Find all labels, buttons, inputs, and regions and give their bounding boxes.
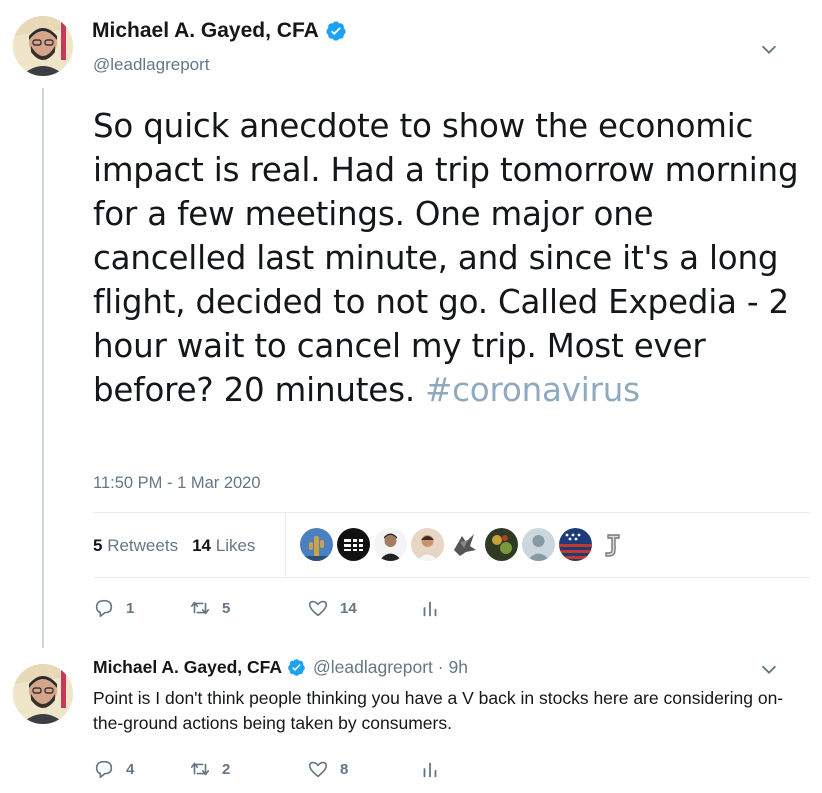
- colorful-avatar[interactable]: [485, 528, 518, 561]
- author-avatar[interactable]: [13, 16, 73, 76]
- reply-header: Michael A. Gayed, CFA @leadlagreport · 9…: [93, 657, 468, 678]
- default-avatar[interactable]: [522, 528, 555, 561]
- retweet-icon: [190, 762, 210, 776]
- hashtag-link[interactable]: #coronavirus: [425, 371, 640, 409]
- author-name-text[interactable]: Michael A. Gayed, CFA: [92, 19, 319, 43]
- tweet-timestamp[interactable]: 11:50 PM - 1 Mar 2020: [93, 474, 261, 493]
- reply-button[interactable]: 1: [93, 597, 189, 619]
- retweet-button[interactable]: 2: [189, 758, 307, 780]
- man-avatar[interactable]: [374, 528, 407, 561]
- divider: [93, 512, 810, 513]
- heart-icon: [308, 761, 328, 778]
- author-handle[interactable]: @leadlagreport: [93, 55, 210, 75]
- portrait-avatar[interactable]: [411, 528, 444, 561]
- retweets-count: 5: [93, 536, 103, 555]
- verified-badge-icon: [288, 659, 305, 676]
- retweets-stat[interactable]: 5 Retweets: [93, 536, 178, 556]
- analytics-bar-chart-icon: [423, 601, 437, 617]
- tweet-stats: 5 Retweets 14 Likes: [93, 536, 255, 556]
- logo-avatar[interactable]: [337, 528, 370, 561]
- flag-avatar[interactable]: [559, 528, 592, 561]
- bird-avatar[interactable]: [448, 528, 481, 561]
- retweet-count: 2: [222, 760, 231, 778]
- reply-actions: 4 2 8: [93, 758, 441, 780]
- reply-handle-time[interactable]: @leadlagreport · 9h: [313, 657, 468, 678]
- analytics-bar-chart-icon: [423, 762, 437, 778]
- reply-more-options-chevron-down-icon[interactable]: [758, 658, 780, 680]
- retweets-label: Retweets: [107, 536, 179, 555]
- letter-j-avatar[interactable]: [596, 528, 629, 561]
- divider: [93, 577, 810, 578]
- tweet-body: So quick anecdote to show the economic i…: [93, 107, 799, 409]
- reply-text: Point is I don't think people thinking y…: [93, 688, 784, 733]
- reply-count: 1: [126, 599, 135, 617]
- tweet-actions: 1 5 14: [93, 597, 441, 619]
- like-button[interactable]: 8: [307, 758, 419, 780]
- liker-avatars: [300, 528, 629, 561]
- cactus-avatar[interactable]: [300, 528, 333, 561]
- reply-count: 4: [126, 760, 135, 778]
- reply-author-avatar[interactable]: [13, 664, 73, 724]
- tweet-text: So quick anecdote to show the economic i…: [93, 104, 808, 412]
- retweet-icon: [190, 601, 210, 615]
- author-name[interactable]: Michael A. Gayed, CFA: [92, 19, 347, 43]
- likes-label: Likes: [215, 536, 256, 555]
- likes-count: 14: [192, 536, 211, 555]
- reply-button[interactable]: 4: [93, 758, 189, 780]
- likes-stat[interactable]: 14 Likes: [192, 536, 255, 556]
- analytics-button[interactable]: [419, 597, 441, 619]
- retweet-button[interactable]: 5: [189, 597, 307, 619]
- retweet-count: 5: [222, 599, 231, 617]
- like-count: 8: [340, 760, 349, 778]
- thread-line: [42, 88, 44, 648]
- like-count: 14: [340, 599, 357, 617]
- analytics-button[interactable]: [419, 758, 441, 780]
- reply-icon: [95, 760, 113, 779]
- reply-icon: [95, 599, 113, 618]
- reply-author-name[interactable]: Michael A. Gayed, CFA: [93, 657, 282, 678]
- verified-badge-icon: [326, 21, 346, 41]
- heart-icon: [308, 600, 328, 617]
- like-button[interactable]: 14: [307, 597, 419, 619]
- stats-separator: [285, 512, 286, 577]
- more-options-chevron-down-icon[interactable]: [758, 38, 780, 60]
